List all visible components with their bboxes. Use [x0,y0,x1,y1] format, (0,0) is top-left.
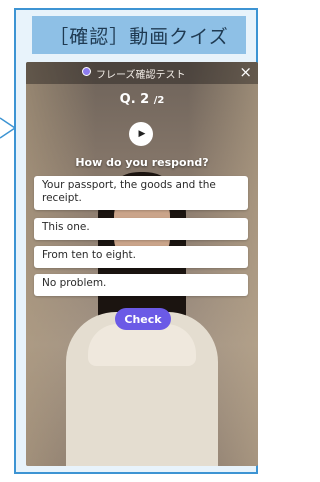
quiz-header-title: ［確認］動画クイズ [49,25,229,48]
play-icon: ▶ [138,129,146,139]
answer-option-4[interactable]: No problem. [34,274,248,296]
answer-option-3[interactable]: From ten to eight. [34,246,248,268]
video-player[interactable]: フレーズ確認テスト × Q. 2 /2 ▶ How do you respond… [26,62,258,466]
question-number: Q. 2 /2 [26,92,258,107]
check-button[interactable]: Check [115,308,171,330]
quiz-header: ［確認］動画クイズ [32,16,246,54]
answer-option-2[interactable]: This one. [34,218,248,240]
question-prompt: How do you respond? [75,156,209,169]
question-label: Q. 2 [119,92,150,107]
play-button[interactable]: ▶ [129,122,153,146]
answer-option-1[interactable]: Your passport, the goods and the receipt… [34,176,248,210]
video-person-lace [88,324,196,366]
player-top-bar: フレーズ確認テスト × [26,62,258,84]
player-status-dot-icon [82,67,91,76]
question-total: /2 [153,95,165,106]
close-icon[interactable]: × [239,63,252,81]
player-title: フレーズ確認テスト [96,70,186,81]
